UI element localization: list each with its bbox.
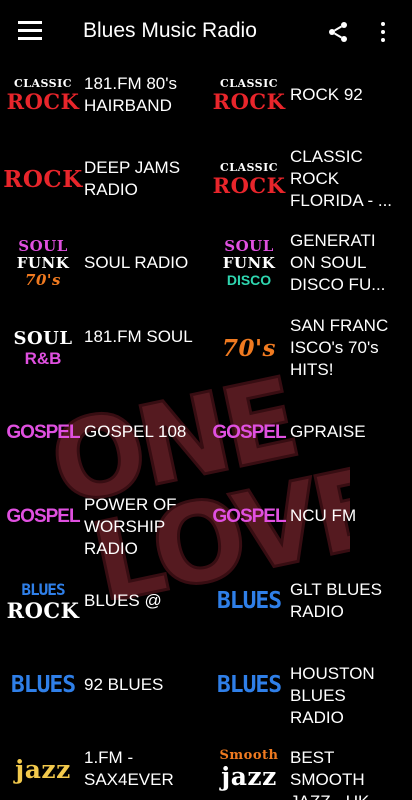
station-logo-text: Smooth	[219, 748, 279, 763]
station-logo-text: R&B	[24, 348, 62, 368]
station-name: GENERATI ON SOUL DISCO FU...	[290, 231, 386, 294]
station-logo: Smooth jazz	[218, 742, 280, 796]
station-logo: 70's	[218, 321, 280, 375]
station-name: 92 BLUES	[84, 675, 164, 694]
station-logo-text: BLUES	[216, 587, 282, 614]
station-name: 1.FM - SAX4EVER	[84, 748, 174, 789]
station-name: SOUL RADIO	[84, 253, 189, 272]
station-tile[interactable]: GOSPEL GOSPEL 108	[0, 391, 206, 473]
station-tile[interactable]: jazz 1.FM - SAX4EVER	[0, 728, 206, 800]
station-name: CLASSIC ROCK FLORIDA - ...	[290, 147, 393, 210]
station-logo: GOSPEL	[6, 489, 80, 543]
station-tile[interactable]: SOUL FUNK DISCO GENERATI ON SOUL DISCO FU..…	[206, 222, 412, 304]
station-logo: CLASSIC ROCK	[213, 68, 285, 122]
station-logo-text: GOSPEL	[212, 421, 286, 443]
station-tile[interactable]: ROCK DEEP JAMS RADIO	[0, 138, 206, 220]
station-logo: BLUES	[10, 658, 76, 712]
hamburger-menu-icon[interactable]	[18, 21, 44, 41]
station-logo-text: GOSPEL	[6, 421, 80, 443]
station-logo: SOUL R&B	[12, 321, 74, 375]
station-logo-text: GOSPEL	[6, 505, 80, 527]
station-name: POWER OF WORSHIP RADIO	[84, 495, 177, 558]
station-logo-text: 70's	[25, 270, 61, 289]
station-name: SAN FRANC ISCO's 70's HITS!	[290, 316, 389, 379]
station-logo-text: 70's	[222, 334, 276, 362]
station-logo-text: DISCO	[226, 272, 272, 288]
station-tile[interactable]: CLASSIC ROCK CLASSIC ROCK FLORIDA - ...	[206, 138, 412, 220]
station-logo-text: CLASSIC	[219, 161, 279, 174]
station-logo: BLUES	[216, 658, 282, 712]
station-tile[interactable]: SOUL FUNK 70's SOUL RADIO	[0, 222, 206, 304]
station-name: DEEP JAMS RADIO	[84, 158, 181, 199]
station-name: ROCK 92	[290, 85, 363, 104]
station-tile[interactable]: GOSPEL GPRAISE	[206, 391, 412, 473]
station-logo-text: BLUES	[216, 671, 282, 698]
station-logo-text: BLUES	[10, 671, 76, 698]
station-name: GOSPEL 108	[84, 422, 187, 441]
station-tile[interactable]: BLUES 92 BLUES	[0, 644, 206, 726]
station-tile[interactable]: GOSPEL NCU FM	[206, 475, 412, 557]
station-logo: BLUES ROCK	[7, 574, 79, 628]
station-logo-text: ROCK	[3, 165, 83, 193]
share-icon[interactable]	[326, 20, 350, 44]
station-logo-text: FUNK	[222, 254, 276, 272]
station-tile[interactable]: SmoothjazzBEST SMOOTH JAZZ - UK	[206, 728, 412, 800]
station-name: 181.FM 80's HAIRBAND	[84, 74, 178, 115]
station-tile[interactable]: BLUES HOUSTON BLUES RADIO	[206, 644, 412, 727]
station-logo-text: CLASSIC	[219, 77, 279, 90]
station-logo-text: SOUL	[224, 237, 274, 255]
station-logo: ROCK	[3, 152, 82, 206]
station-logo-text: jazz	[221, 762, 277, 791]
station-tile[interactable]: CLASSIC ROCK ROCK 92	[206, 64, 412, 136]
station-name: NCU FM	[290, 506, 357, 525]
station-name: GPRAISE	[290, 422, 366, 441]
station-logo-text: BLUES	[21, 579, 65, 599]
station-logo: GOSPEL	[212, 405, 286, 459]
app-bar: Blues Music Radio	[0, 0, 412, 64]
station-logo-text: FUNK	[16, 253, 70, 272]
station-name: BEST SMOOTH JAZZ - UK	[290, 748, 369, 800]
station-logo: SOUL FUNK 70's	[12, 236, 74, 290]
station-logo-text: GOSPEL	[212, 505, 286, 527]
station-logo: GOSPEL	[212, 489, 286, 543]
station-logo-text: CLASSIC	[13, 77, 73, 90]
app-title: Blues Music Radio	[83, 19, 257, 42]
station-logo-text: ROCK	[212, 173, 286, 198]
station-tile[interactable]: BLUES ROCK BLUES @	[0, 560, 206, 642]
station-name: BLUES @	[84, 591, 162, 610]
station-logo: CLASSIC ROCK	[213, 152, 285, 206]
station-name: 181.FM SOUL	[84, 327, 193, 346]
station-name: HOUSTON BLUES RADIO	[290, 664, 375, 727]
station-logo: BLUES	[216, 574, 282, 628]
more-vert-icon[interactable]	[381, 22, 389, 42]
station-logo-text: jazz	[15, 754, 71, 784]
station-tile[interactable]: SOUL R&B 181.FM SOUL	[0, 307, 206, 389]
station-logo-text: SOUL	[13, 327, 73, 349]
station-name: GLT BLUES RADIO	[290, 580, 382, 621]
station-logo: SOUL FUNK DISCO	[218, 236, 280, 290]
station-grid: CLASSIC ROCK 181.FM 80's HAIRBAND CLASSIC RO…	[0, 64, 412, 800]
station-tile[interactable]: BLUES GLT BLUES RADIO	[206, 560, 412, 642]
station-logo: jazz	[12, 742, 74, 796]
station-logo: GOSPEL	[6, 405, 80, 459]
station-tile[interactable]: CLASSIC ROCK 181.FM 80's HAIRBAND	[0, 64, 206, 136]
station-logo-text: ROCK	[6, 89, 80, 114]
station-tile[interactable]: GOSPEL POWER OF WORSHIP RADIO	[0, 475, 206, 558]
station-logo: CLASSIC ROCK	[7, 68, 79, 122]
station-logo-text: ROCK	[6, 597, 80, 623]
station-logo-text: SOUL	[18, 236, 68, 255]
station-tile[interactable]: 70's SAN FRANC ISCO's 70's HITS!	[206, 307, 412, 389]
station-logo-text: ROCK	[212, 89, 286, 114]
